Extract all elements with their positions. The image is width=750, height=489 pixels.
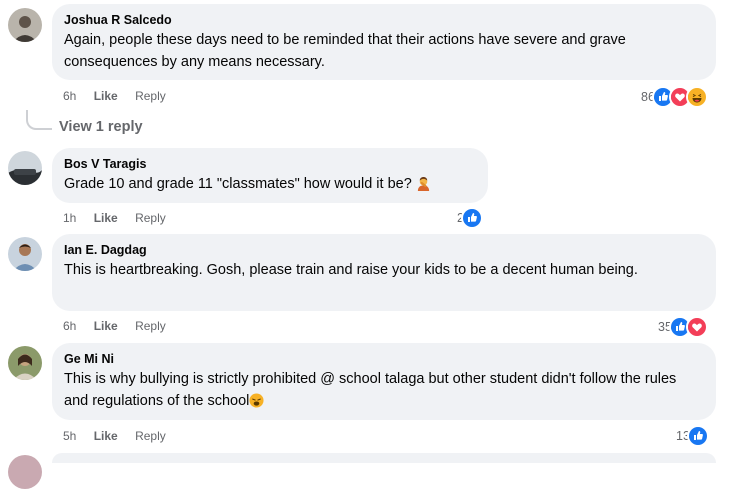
avatar[interactable] <box>8 455 42 489</box>
like-button[interactable]: Like <box>94 211 118 225</box>
reaction-summary[interactable]: 35 <box>658 316 708 338</box>
avatar[interactable] <box>8 8 42 42</box>
like-button[interactable]: Like <box>94 319 118 333</box>
reply-button[interactable]: Reply <box>135 319 166 333</box>
comment-time[interactable]: 5h <box>63 429 76 443</box>
reaction-summary[interactable]: 2 <box>457 207 483 229</box>
comment-bubble: Ian E. Dagdag This is heartbreaking. Gos… <box>52 234 716 311</box>
comment-author[interactable]: Bos V Taragis <box>64 156 476 172</box>
comment-actions: 5h Like Reply <box>63 429 180 443</box>
avatar[interactable] <box>8 346 42 380</box>
comment-actions: 6h Like Reply <box>63 319 180 333</box>
comment-time[interactable]: 1h <box>63 211 76 225</box>
avatar[interactable] <box>8 151 42 185</box>
comment-actions: 6h Like Reply <box>63 89 180 103</box>
weary-face-emoji <box>249 393 264 408</box>
person-facepalming-emoji <box>417 176 429 191</box>
like-button[interactable]: Like <box>94 89 118 103</box>
like-button[interactable]: Like <box>94 429 118 443</box>
reply-button[interactable]: Reply <box>135 429 166 443</box>
comment-text: This is heartbreaking. Gosh, please trai… <box>64 262 638 278</box>
next-comment-preview <box>52 453 716 463</box>
reaction-summary[interactable]: 86 <box>641 86 708 108</box>
comment-bubble: Bos V Taragis Grade 10 and grade 11 "cla… <box>52 148 488 203</box>
love-icon <box>685 316 708 338</box>
comment-text: This is why bullying is strictly prohibi… <box>64 368 704 412</box>
view-replies-link[interactable]: View 1 reply <box>59 119 143 135</box>
comment-time[interactable]: 6h <box>63 89 76 103</box>
avatar[interactable] <box>8 237 42 271</box>
reaction-summary[interactable]: 13 <box>676 425 709 447</box>
comment-bubble: Joshua R Salcedo Again, people these day… <box>52 4 716 80</box>
comment-author[interactable]: Ian E. Dagdag <box>64 242 704 258</box>
comment-text: Again, people these days need to be remi… <box>64 32 626 70</box>
thread-connector <box>26 110 52 130</box>
comment-author[interactable]: Joshua R Salcedo <box>64 12 704 28</box>
reply-button[interactable]: Reply <box>135 211 166 225</box>
like-icon <box>460 207 483 229</box>
comment-text: Grade 10 and grade 11 "classmates" how w… <box>64 173 476 195</box>
comment-text-body: Grade 10 and grade 11 "classmates" how w… <box>64 176 412 192</box>
reply-button[interactable]: Reply <box>135 89 166 103</box>
comment-author[interactable]: Ge Mi Ni <box>64 351 704 367</box>
comment-text-body: This is why bullying is strictly prohibi… <box>64 371 677 409</box>
like-icon <box>686 425 709 447</box>
haha-icon <box>685 86 708 108</box>
comment-time[interactable]: 6h <box>63 319 76 333</box>
comment-actions: 1h Like Reply <box>63 211 180 225</box>
comment-bubble: Ge Mi Ni This is why bullying is strictl… <box>52 343 716 420</box>
